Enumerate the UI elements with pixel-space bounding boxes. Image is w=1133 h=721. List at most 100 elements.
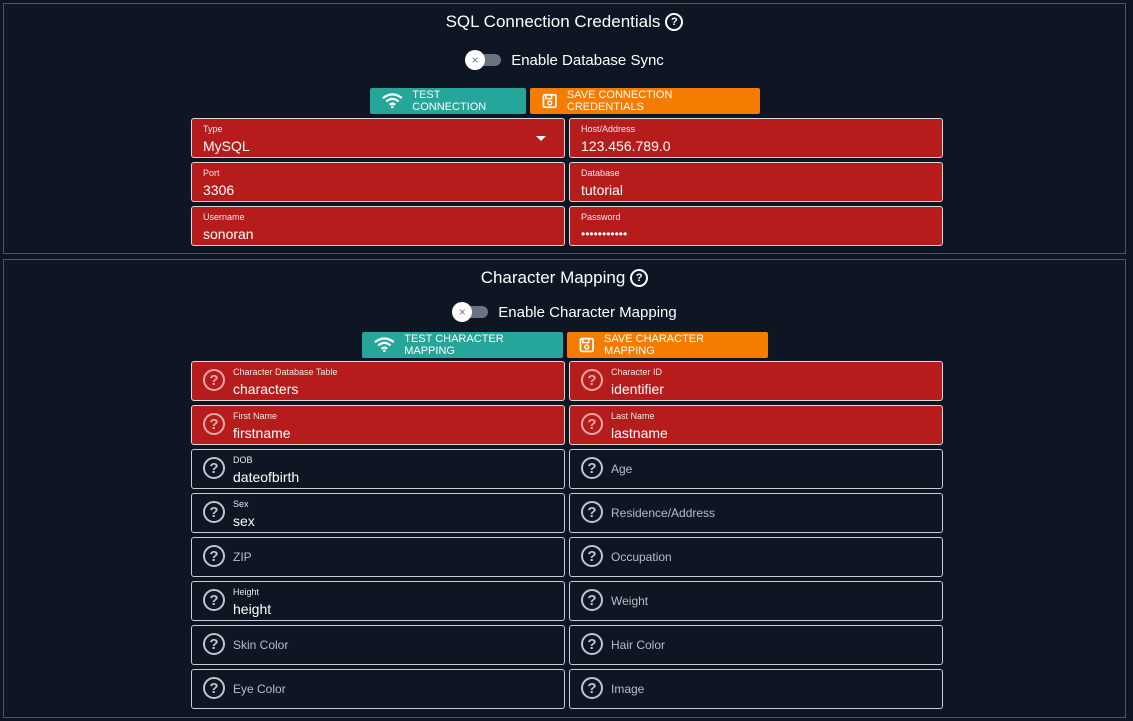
save-mapping-button[interactable]: SAVE CHARACTER MAPPING bbox=[566, 332, 768, 358]
port-value: 3306 bbox=[203, 182, 235, 198]
dob-field[interactable]: ? DOB dateofbirth bbox=[191, 449, 565, 489]
save-connection-label: SAVE CONNECTION CREDENTIALS bbox=[566, 89, 673, 113]
residence-field[interactable]: ? Residence/Address bbox=[569, 493, 943, 533]
field-label: DOB bbox=[233, 455, 253, 465]
help-icon[interactable]: ? bbox=[630, 268, 649, 287]
sex-field[interactable]: ? Sex sex bbox=[191, 493, 565, 533]
type-value: MySQL bbox=[203, 138, 250, 154]
field-label: Character Database Table bbox=[233, 367, 338, 377]
help-icon[interactable]: ? bbox=[581, 677, 603, 699]
zip-field[interactable]: ? ZIP bbox=[191, 537, 565, 577]
field-value: characters bbox=[233, 381, 299, 397]
database-sync-toggle-row: × Enable Database Sync bbox=[4, 50, 1125, 70]
help-icon[interactable]: ? bbox=[203, 589, 225, 611]
field-label: Character ID bbox=[611, 367, 663, 377]
save-icon bbox=[579, 337, 594, 353]
username-field[interactable]: Username sonoran bbox=[191, 206, 565, 246]
last-name-field[interactable]: ? Last Name lastname bbox=[569, 405, 943, 445]
database-label: Database bbox=[581, 168, 620, 178]
username-value: sonoran bbox=[203, 226, 254, 242]
field-value: dateofbirth bbox=[233, 469, 300, 485]
field-value: identifier bbox=[611, 381, 664, 397]
character-mapping-toggle[interactable]: × bbox=[452, 302, 489, 322]
help-icon[interactable]: ? bbox=[581, 589, 603, 611]
save-connection-button[interactable]: SAVE CONNECTION CREDENTIALS bbox=[529, 88, 760, 114]
database-value: tutorial bbox=[581, 182, 624, 198]
field-value: height bbox=[233, 601, 272, 617]
port-label: Port bbox=[203, 168, 220, 178]
help-icon[interactable]: ? bbox=[203, 413, 225, 435]
type-label: Type bbox=[203, 124, 223, 134]
sql-section-title: SQL Connection Credentials? bbox=[4, 12, 1125, 32]
password-value: ••••••••••• bbox=[581, 227, 628, 241]
character-mapping-label: Enable Character Mapping bbox=[498, 303, 677, 321]
field-label: Height bbox=[233, 587, 260, 597]
hair-color-field[interactable]: ? Hair Color bbox=[569, 625, 943, 665]
help-icon[interactable]: ? bbox=[203, 677, 225, 699]
field-value: sex bbox=[233, 513, 255, 529]
field-placeholder: Occupation bbox=[611, 550, 672, 564]
sql-credentials-panel: SQL Connection Credentials? × Enable Dat… bbox=[3, 3, 1126, 254]
test-mapping-label: TEST CHARACTER MAPPING bbox=[404, 333, 504, 357]
wifi-icon bbox=[373, 337, 394, 353]
help-icon[interactable]: ? bbox=[203, 633, 225, 655]
host-value: 123.456.789.0 bbox=[581, 138, 671, 154]
character-table-field[interactable]: ? Character Database Table characters bbox=[191, 361, 565, 401]
height-field[interactable]: ? Height height bbox=[191, 581, 565, 621]
field-value: lastname bbox=[611, 425, 668, 441]
skin-color-field[interactable]: ? Skin Color bbox=[191, 625, 565, 665]
field-placeholder: Hair Color bbox=[611, 638, 666, 652]
host-address-field[interactable]: Host/Address 123.456.789.0 bbox=[569, 118, 943, 158]
help-icon[interactable]: ? bbox=[203, 369, 225, 391]
image-field[interactable]: ? Image bbox=[569, 669, 943, 709]
field-label: Sex bbox=[233, 499, 249, 509]
type-select[interactable]: Type MySQL bbox=[191, 118, 565, 158]
field-placeholder: ZIP bbox=[233, 550, 252, 564]
field-placeholder: Age bbox=[611, 462, 633, 476]
database-sync-toggle[interactable]: × bbox=[465, 50, 502, 70]
database-field[interactable]: Database tutorial bbox=[569, 162, 943, 202]
help-icon[interactable]: ? bbox=[581, 501, 603, 523]
username-label: Username bbox=[203, 212, 245, 222]
character-id-field[interactable]: ? Character ID identifier bbox=[569, 361, 943, 401]
test-connection-label: TEST CONNECTION bbox=[412, 89, 487, 113]
occupation-field[interactable]: ? Occupation bbox=[569, 537, 943, 577]
save-mapping-label: SAVE CHARACTER MAPPING bbox=[604, 333, 705, 357]
chevron-down-icon[interactable] bbox=[536, 136, 546, 141]
help-icon[interactable]: ? bbox=[203, 501, 225, 523]
mapping-button-row: TEST CHARACTER MAPPING SAVE CHARACTER MA… bbox=[4, 332, 1125, 358]
field-value: firstname bbox=[233, 425, 291, 441]
sql-button-row: TEST CONNECTION SAVE CONNECTION CREDENTI… bbox=[4, 88, 1125, 114]
character-mapping-panel: Character Mapping? × Enable Character Ma… bbox=[3, 259, 1126, 718]
first-name-field[interactable]: ? First Name firstname bbox=[191, 405, 565, 445]
eye-color-field[interactable]: ? Eye Color bbox=[191, 669, 565, 709]
test-connection-button[interactable]: TEST CONNECTION bbox=[369, 88, 526, 114]
save-icon bbox=[542, 93, 557, 109]
password-label: Password bbox=[581, 212, 621, 222]
help-icon[interactable]: ? bbox=[203, 545, 225, 567]
wifi-icon bbox=[381, 93, 403, 109]
weight-field[interactable]: ? Weight bbox=[569, 581, 943, 621]
field-placeholder: Residence/Address bbox=[611, 506, 716, 520]
field-placeholder: Skin Color bbox=[233, 638, 289, 652]
host-label: Host/Address bbox=[581, 124, 636, 134]
port-field[interactable]: Port 3306 bbox=[191, 162, 565, 202]
mapping-section-title: Character Mapping? bbox=[4, 268, 1125, 288]
help-icon[interactable]: ? bbox=[665, 12, 684, 31]
field-label: Last Name bbox=[611, 411, 655, 421]
help-icon[interactable]: ? bbox=[581, 413, 603, 435]
help-icon[interactable]: ? bbox=[581, 633, 603, 655]
age-field[interactable]: ? Age bbox=[569, 449, 943, 489]
password-field[interactable]: Password ••••••••••• bbox=[569, 206, 943, 246]
field-placeholder: Weight bbox=[611, 594, 649, 608]
character-mapping-toggle-row: × Enable Character Mapping bbox=[4, 302, 1125, 322]
help-icon[interactable]: ? bbox=[581, 545, 603, 567]
field-placeholder: Eye Color bbox=[233, 682, 286, 696]
database-sync-label: Enable Database Sync bbox=[511, 51, 664, 69]
toggle-off-icon: × bbox=[452, 302, 473, 322]
help-icon[interactable]: ? bbox=[203, 457, 225, 479]
help-icon[interactable]: ? bbox=[581, 369, 603, 391]
help-icon[interactable]: ? bbox=[581, 457, 603, 479]
toggle-off-icon: × bbox=[465, 50, 486, 70]
test-mapping-button[interactable]: TEST CHARACTER MAPPING bbox=[361, 332, 563, 358]
